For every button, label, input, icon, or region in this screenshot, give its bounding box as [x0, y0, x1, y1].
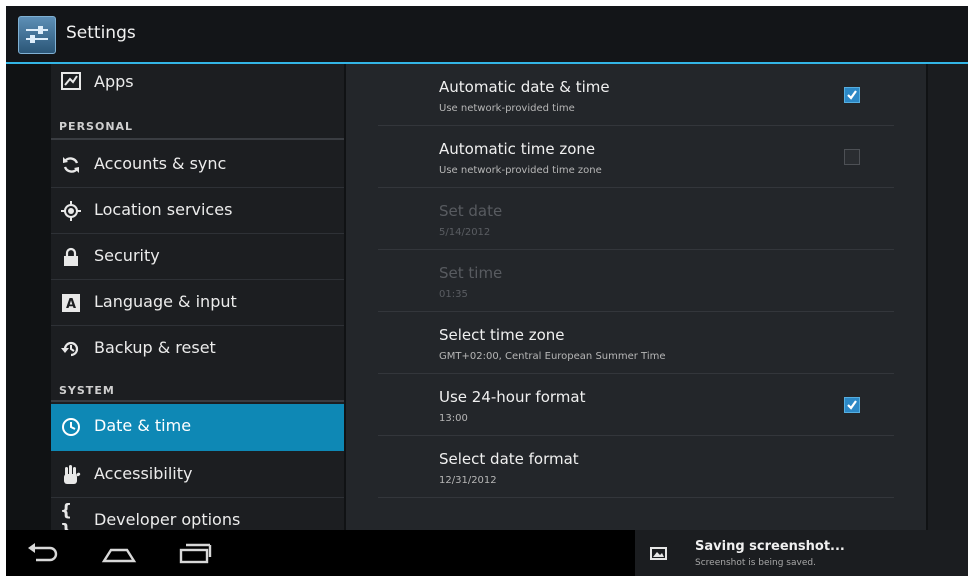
home-icon[interactable]	[101, 540, 137, 566]
sync-icon	[60, 154, 82, 176]
pref-summary: 13:00	[439, 413, 468, 424]
pref-title: Select time zone	[439, 326, 565, 344]
use-24-hour-format-checkbox[interactable]	[844, 397, 860, 413]
pref-summary: Use network-provided time zone	[439, 165, 602, 176]
action-bar: Settings	[6, 6, 968, 64]
notification-title: Saving screenshot...	[695, 539, 845, 554]
pref-title: Automatic time zone	[439, 140, 596, 158]
section-header-system: SYSTEM	[59, 384, 115, 397]
pref-select-date-format[interactable]: Select date format 12/31/2012	[378, 436, 894, 498]
notification-subtitle: Screenshot is being saved.	[695, 558, 816, 568]
app-title: Settings	[66, 23, 136, 43]
pref-set-date: Set date 5/14/2012	[378, 188, 894, 250]
pref-use-24-hour-format[interactable]: Use 24-hour format 13:00	[378, 374, 894, 436]
pref-title: Set date	[439, 202, 503, 220]
svg-text:A: A	[66, 297, 76, 312]
pref-title: Use 24-hour format	[439, 388, 586, 406]
pref-summary: Use network-provided time	[439, 103, 575, 114]
pref-title: Set time	[439, 264, 503, 282]
section-header-personal: PERSONAL	[59, 120, 134, 133]
date-time-preferences: Automatic date & time Use network-provid…	[346, 64, 926, 530]
pref-automatic-time-zone[interactable]: Automatic time zone Use network-provided…	[378, 126, 894, 188]
automatic-time-zone-checkbox[interactable]	[844, 149, 860, 165]
sidebar-item-label: Date & time	[94, 416, 192, 435]
image-icon	[650, 547, 667, 560]
sidebar-item-accounts-sync[interactable]: Accounts & sync	[51, 142, 344, 188]
braces-icon: { }	[60, 501, 73, 541]
recents-icon[interactable]	[178, 540, 212, 566]
sidebar-item-label: Developer options	[94, 510, 241, 529]
automatic-date-time-checkbox[interactable]	[844, 87, 860, 103]
screenshot-notification[interactable]: Saving screenshot... Screenshot is being…	[635, 530, 968, 576]
sidebar-item-date-time[interactable]: Date & time	[51, 404, 344, 451]
sidebar-item-location-services[interactable]: Location services	[51, 188, 344, 234]
section-divider	[51, 138, 344, 140]
backup-icon	[60, 338, 82, 360]
sidebar-item-label: Security	[94, 246, 160, 265]
settings-app-icon[interactable]	[18, 16, 56, 54]
back-icon[interactable]	[26, 540, 60, 566]
apps-icon	[60, 70, 82, 92]
pref-summary: 12/31/2012	[439, 475, 497, 486]
pref-select-time-zone[interactable]: Select time zone GMT+02:00, Central Euro…	[378, 312, 894, 374]
sidebar-item-label: Location services	[94, 200, 233, 219]
pref-automatic-date-time[interactable]: Automatic date & time Use network-provid…	[378, 64, 894, 126]
pref-summary: 5/14/2012	[439, 227, 491, 238]
pref-summary: GMT+02:00, Central European Summer Time	[439, 351, 666, 362]
sidebar-item-backup-reset[interactable]: Backup & reset	[51, 326, 344, 371]
right-edge-panel	[928, 64, 968, 530]
pref-title: Select date format	[439, 450, 579, 468]
sidebar-item-apps[interactable]: Apps	[51, 64, 344, 104]
sidebar-item-label: Apps	[94, 72, 134, 91]
location-icon	[60, 200, 82, 222]
screen: Settings Apps PERSONAL Accounts & sync L…	[6, 6, 968, 576]
language-icon: A	[60, 292, 82, 314]
section-divider	[51, 400, 344, 402]
pref-summary: 01:35	[439, 289, 468, 300]
clock-icon	[60, 416, 82, 438]
sidebar-item-label: Language & input	[94, 292, 237, 311]
settings-sidebar: Apps PERSONAL Accounts & sync Location s…	[51, 64, 344, 541]
hand-icon	[60, 464, 82, 486]
sidebar-item-accessibility[interactable]: Accessibility	[51, 452, 344, 498]
sidebar-item-security[interactable]: Security	[51, 234, 344, 280]
sidebar-item-label: Accessibility	[94, 464, 193, 483]
pref-title: Automatic date & time	[439, 78, 610, 96]
pref-set-time: Set time 01:35	[378, 250, 894, 312]
sidebar-item-label: Backup & reset	[94, 338, 216, 357]
lock-icon	[60, 246, 82, 268]
sidebar-item-language-input[interactable]: A Language & input	[51, 280, 344, 326]
sidebar-item-label: Accounts & sync	[94, 154, 227, 173]
